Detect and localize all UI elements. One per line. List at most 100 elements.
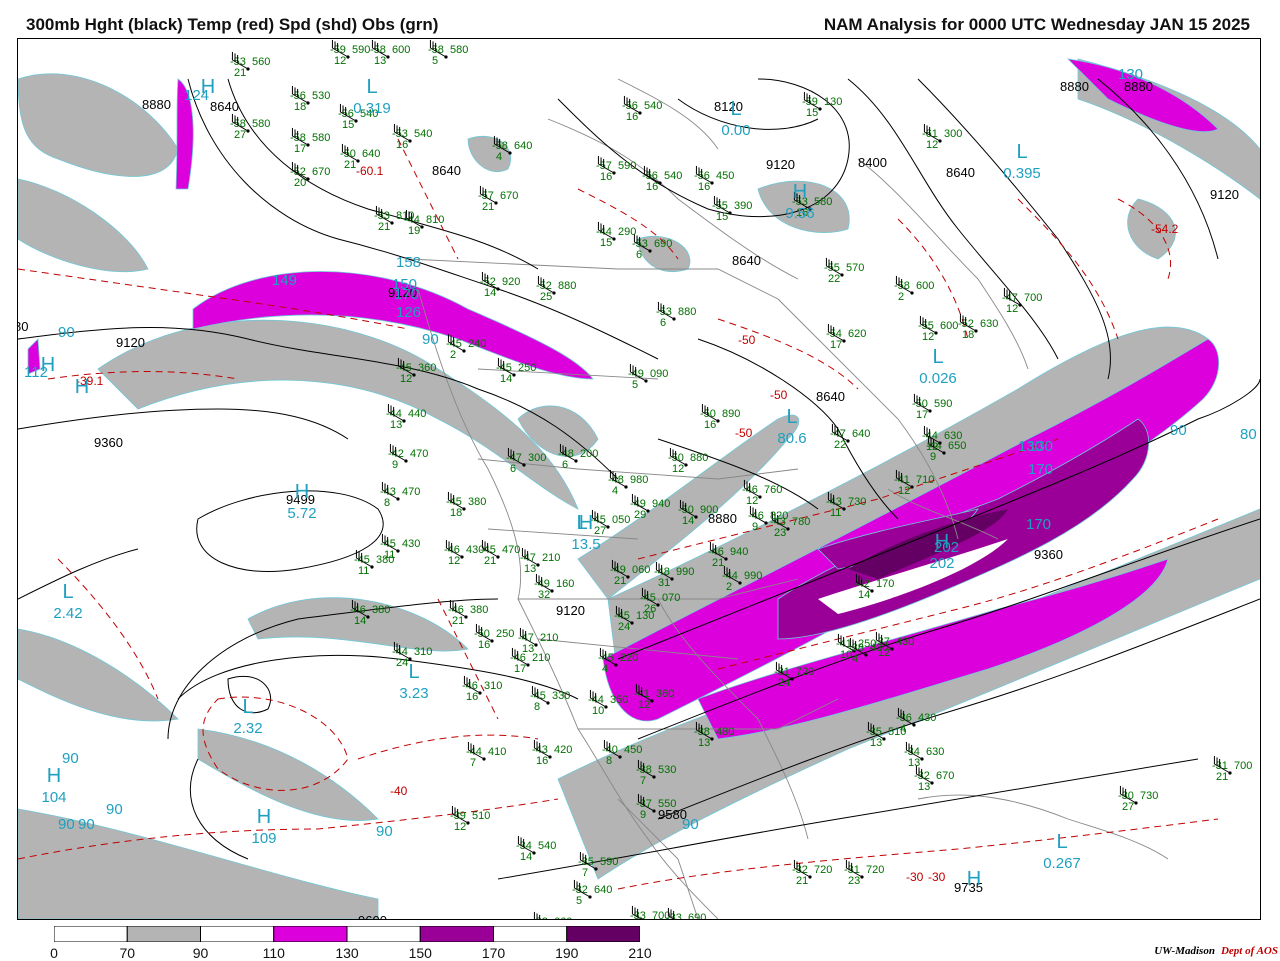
obs-height: 940 — [652, 498, 670, 510]
speed-contour-label: 170 — [1028, 461, 1053, 478]
obs-height: 700 — [1234, 760, 1252, 772]
obs-height: 310 — [414, 646, 432, 658]
obs-dewpoint: 17 — [916, 409, 928, 421]
station-observation: -5767021 — [478, 185, 518, 213]
station-observation: -5858017 — [290, 127, 330, 155]
station-observation: -5654016 — [642, 165, 682, 193]
border-line — [407, 258, 779, 300]
height-contour-line — [18, 548, 139, 600]
center-value: 0.319 — [353, 100, 391, 117]
center-value: 202 — [929, 555, 954, 572]
obs-dewpoint: 16 — [478, 639, 490, 651]
obs-height: 450 — [716, 170, 734, 182]
obs-height: 360 — [656, 688, 674, 700]
station-observation: -5654016 — [622, 95, 662, 123]
obs-dewpoint: 15 — [716, 211, 728, 223]
obs-dewpoint: 8 — [384, 497, 390, 509]
credit-line: UW-Madison Dept of AOS — [1154, 945, 1278, 957]
obs-height: 530 — [312, 90, 330, 102]
height-contour-line — [917, 78, 1112, 380]
obs-height: 090 — [650, 368, 668, 380]
obs-height: 300 — [528, 452, 546, 464]
center-value: 109 — [251, 830, 276, 847]
obs-dewpoint: 14 — [682, 515, 694, 527]
legend-tick-label: 0 — [50, 945, 58, 961]
station-observation: -5539015 — [712, 195, 752, 223]
center-letter: H — [967, 868, 981, 890]
speed-contour-label: 90 — [62, 750, 79, 767]
obs-dewpoint: 17 — [294, 143, 306, 155]
obs-height: 880 — [558, 280, 576, 292]
obs-dewpoint: 21 — [378, 221, 390, 233]
height-contour-line — [18, 408, 349, 440]
obs-height: 640 — [362, 148, 380, 160]
obs-dewpoint: 23 — [848, 875, 860, 887]
temperature-contour-line — [397, 138, 459, 260]
obs-dewpoint: 16 — [396, 139, 408, 151]
obs-height: 440 — [408, 408, 426, 420]
obs-height: 590 — [618, 160, 636, 172]
obs-height: 710 — [916, 474, 934, 486]
obs-dewpoint: 13 — [374, 55, 386, 67]
obs-dewpoint: 5 — [432, 55, 438, 67]
station-observation: -4538011 — [354, 549, 394, 577]
station-observation: -5959012 — [330, 39, 370, 67]
obs-dewpoint: 8 — [606, 755, 612, 767]
height-contour-label: 9120 — [556, 603, 585, 618]
station-observation: -326405 — [572, 879, 612, 907]
station-observation: -4721013 — [520, 547, 560, 575]
temperature-contour-label: -54.2 — [1151, 222, 1179, 236]
obs-height: 360 — [418, 362, 436, 374]
height-contour-label: 8880 — [1060, 79, 1089, 94]
station-observation: -489804 — [608, 469, 648, 497]
obs-height: 540 — [644, 100, 662, 112]
obs-height: 990 — [676, 566, 694, 578]
obs-height: 760 — [764, 484, 782, 496]
obs-dewpoint: 13 — [918, 781, 930, 793]
pressure-center: H — [41, 354, 55, 376]
obs-height: 430 — [918, 712, 936, 724]
center-letter: H — [75, 376, 89, 398]
obs-height: 530 — [658, 764, 676, 776]
obs-dewpoint: 24 — [618, 621, 630, 633]
obs-dewpoint: 16 — [704, 419, 716, 431]
obs-dewpoint: 15 — [806, 107, 818, 119]
obs-height: 580 — [814, 196, 832, 208]
height-contour-label: 9600 — [358, 913, 387, 919]
obs-dewpoint: 12 — [926, 139, 938, 151]
station-observation: -586002 — [894, 275, 934, 303]
obs-height: 640 — [514, 140, 532, 152]
obs-dewpoint: 6 — [562, 459, 568, 471]
obs-dewpoint: 11 — [830, 507, 841, 519]
obs-dewpoint: 12 — [400, 373, 412, 385]
legend-tick-label: 170 — [481, 945, 506, 961]
obs-height: 990 — [744, 570, 762, 582]
height-contour-line — [847, 78, 1059, 360]
station-observation: -5088012 — [668, 447, 708, 475]
obs-dewpoint: 9 — [392, 459, 398, 471]
station-observation: -4676012 — [742, 479, 782, 507]
obs-height: 670 — [936, 770, 954, 782]
obs-height: 050 — [612, 514, 630, 526]
temperature-contour-label: -40 — [390, 784, 408, 798]
legend-tick-label: 190 — [555, 945, 579, 961]
station-observation: -444107 — [466, 741, 506, 769]
obs-height: 630 — [944, 430, 962, 442]
obs-dewpoint: 26 — [644, 603, 656, 615]
obs-dewpoint: 15 — [342, 119, 354, 131]
station-observation: -337005 — [630, 905, 670, 919]
obs-dewpoint: 4 — [496, 151, 502, 163]
obs-dewpoint: 15 — [600, 237, 612, 249]
speed-contour-label: 130 — [1028, 438, 1053, 455]
obs-height: 980 — [630, 474, 648, 486]
obs-height: 350 — [610, 694, 628, 706]
obs-height: 820 — [770, 510, 788, 522]
obs-dewpoint: 21 — [482, 201, 494, 213]
obs-dewpoint: 8 — [534, 701, 540, 713]
obs-height: 600 — [916, 280, 934, 292]
temperature-contour-label: -50 — [738, 333, 756, 347]
obs-height: 310 — [484, 680, 502, 692]
station-observation: -336905 — [666, 907, 706, 919]
legend-swatch — [126, 926, 201, 942]
obs-height: 620 — [848, 328, 866, 340]
